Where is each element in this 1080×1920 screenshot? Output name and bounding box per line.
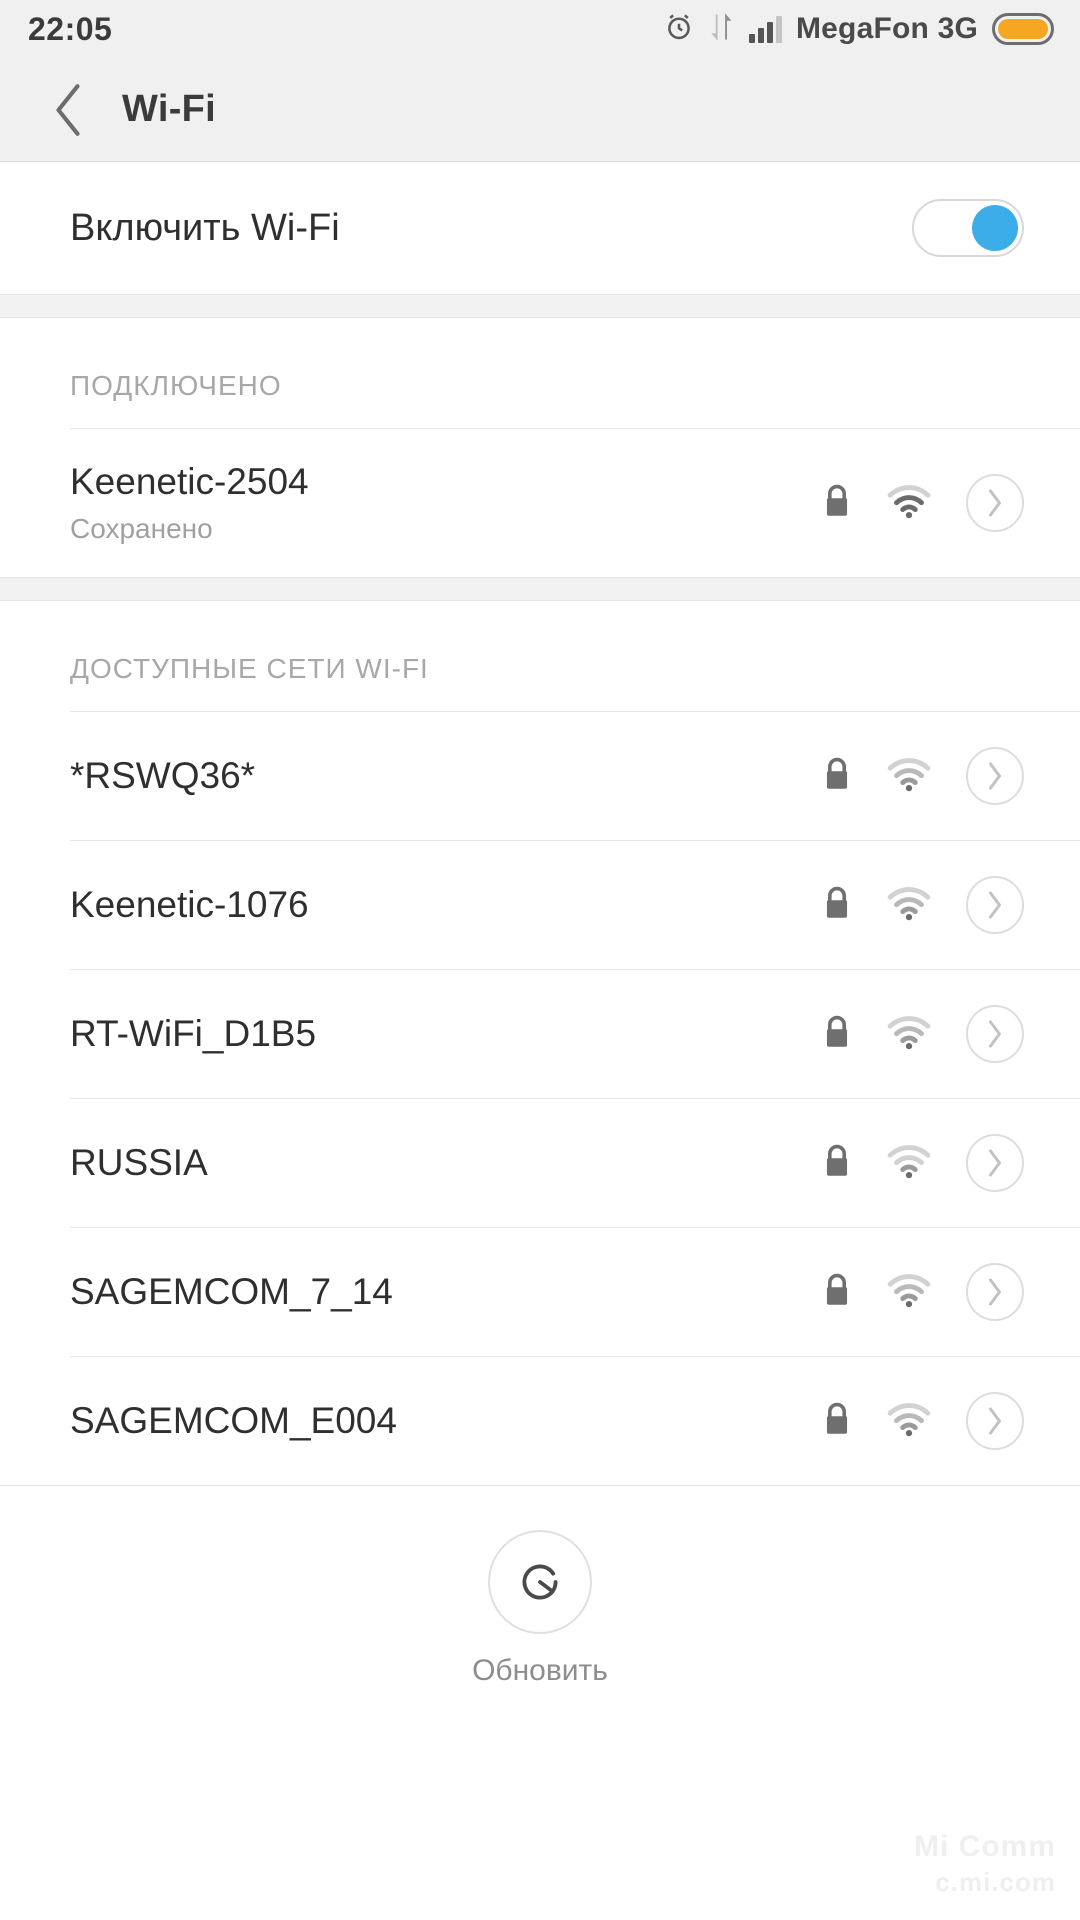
network-info: *RSWQ36* [70,755,822,798]
wifi-signal-icon [886,884,932,927]
watermark: Mi Comm c.mi.com [914,1828,1056,1898]
network-icons [822,876,1024,934]
network-row[interactable]: Keenetic-1076 [0,841,1080,969]
network-ssid: RUSSIA [70,1141,208,1183]
network-details-button[interactable] [966,876,1024,934]
alarm-icon [663,11,695,48]
status-icons: MegaFon 3G [663,11,1054,48]
network-ssid: SAGEMCOM_7_14 [70,1270,393,1312]
signal-bars-icon [748,15,782,43]
available-section-header: ДОСТУПНЫЕ СЕТИ WI-FI [0,601,1080,711]
toggle-thumb [972,205,1018,251]
watermark-line-2: c.mi.com [935,1866,1056,1897]
network-row[interactable]: SAGEMCOM_E004 [0,1357,1080,1485]
network-details-button[interactable] [966,474,1024,532]
network-icons [822,1134,1024,1192]
watermark-line-1: Mi Comm [914,1830,1056,1863]
network-info: RUSSIA [70,1142,822,1185]
footer-bar: Обновить [0,1485,1080,1725]
network-info: Keenetic-1076 [70,884,822,927]
refresh-button[interactable] [488,1530,592,1634]
status-bar: 22:05 MegaFon 3G [0,0,1080,58]
lock-icon [822,1143,852,1184]
lock-icon [822,885,852,926]
wifi-signal-icon [886,1142,932,1185]
network-row[interactable]: SAGEMCOM_7_14 [0,1228,1080,1356]
network-ssid: Keenetic-1076 [70,883,309,925]
network-details-button[interactable] [966,1392,1024,1450]
wifi-signal-icon [886,1013,932,1056]
network-icons [822,747,1024,805]
status-time: 22:05 [28,10,113,47]
network-icons [822,1263,1024,1321]
connected-section-title: ПОДКЛЮЧЕНО [70,370,282,401]
wifi-toggle-switch[interactable] [912,199,1024,257]
network-info: Keenetic-2504 Сохранено [70,461,822,546]
lock-icon [822,1401,852,1442]
network-icons [822,1005,1024,1063]
network-ssid: RT-WiFi_D1B5 [70,1012,317,1054]
network-status: Сохранено [70,513,213,545]
lock-icon [822,1014,852,1055]
section-separator [0,577,1080,601]
refresh-label: Обновить [472,1654,608,1687]
app-header: Wi-Fi [0,58,1080,162]
network-icons [822,474,1024,532]
back-button[interactable] [40,82,96,138]
network-details-button[interactable] [966,1263,1024,1321]
wifi-toggle-row[interactable]: Включить Wi-Fi [0,162,1080,294]
wifi-signal-icon [886,1271,932,1314]
wifi-signal-icon [886,1400,932,1443]
section-separator [0,294,1080,318]
network-row[interactable]: RUSSIA [0,1099,1080,1227]
network-ssid: *RSWQ36* [70,754,256,796]
available-networks-list: *RSWQ36* Keenetic-1076 RT-WiFi_D1B5 RUSS… [0,712,1080,1485]
network-details-button[interactable] [966,1005,1024,1063]
network-ssid: Keenetic-2504 [70,460,309,502]
wifi-signal-icon [886,482,932,525]
page-title: Wi-Fi [122,88,217,130]
battery-icon [992,13,1054,45]
wifi-signal-icon [886,755,932,798]
data-transfer-icon [709,12,735,47]
network-row[interactable]: *RSWQ36* [0,712,1080,840]
network-row[interactable]: RT-WiFi_D1B5 [0,970,1080,1098]
network-ssid: SAGEMCOM_E004 [70,1399,397,1441]
carrier-label: MegaFon 3G [795,12,978,45]
wifi-toggle-label: Включить Wi-Fi [70,206,340,249]
network-icons [822,1392,1024,1450]
network-info: SAGEMCOM_E004 [70,1400,822,1443]
network-info: RT-WiFi_D1B5 [70,1013,822,1056]
lock-icon [822,756,852,797]
network-details-button[interactable] [966,747,1024,805]
network-info: SAGEMCOM_7_14 [70,1271,822,1314]
connected-section-header: ПОДКЛЮЧЕНО [0,318,1080,428]
available-section-title: ДОСТУПНЫЕ СЕТИ WI-FI [70,653,429,684]
network-row-connected[interactable]: Keenetic-2504 Сохранено [0,429,1080,577]
lock-icon [822,483,852,524]
network-details-button[interactable] [966,1134,1024,1192]
lock-icon [822,1272,852,1313]
